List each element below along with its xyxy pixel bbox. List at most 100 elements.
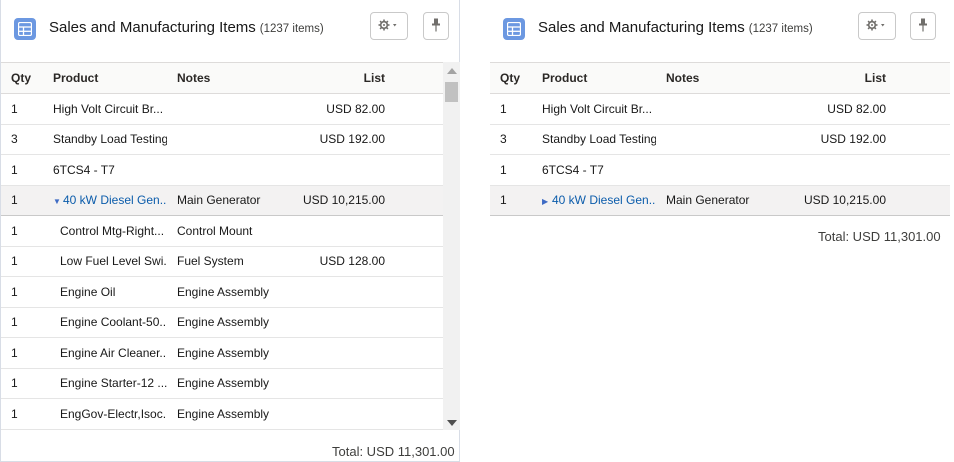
list-price-cell: USD 192.00	[774, 124, 950, 155]
scrollbar-thumb[interactable]	[445, 82, 458, 102]
right-items-table: Qty Product Notes List 1 High Volt Circu…	[490, 62, 950, 216]
table-row[interactable]: 1 High Volt Circuit Br... USD 82.00	[490, 93, 950, 125]
left-title-text[interactable]: Sales and Manufacturing Items	[49, 19, 256, 36]
notes-cell	[167, 93, 283, 125]
column-header-product[interactable]: Product	[532, 62, 656, 94]
right-table-container: Qty Product Notes List 1 High Volt Circu…	[490, 62, 950, 216]
column-header-list[interactable]: List	[774, 62, 950, 94]
left-pin-button[interactable]	[423, 12, 449, 40]
child-row[interactable]: 1 Engine Air Cleaner... Engine Assembly	[1, 337, 443, 369]
table-row[interactable]: 3 Standby Load Testing USD 192.00	[1, 124, 443, 155]
table-header-row: Qty Product Notes List	[1, 62, 443, 94]
product-link[interactable]: 40 kW Diesel Gen...	[63, 193, 167, 207]
right-pin-button[interactable]	[910, 12, 936, 40]
list-price-cell	[283, 215, 443, 247]
table-row[interactable]: 1 6TCS4 - T7	[490, 154, 950, 186]
product-cell: Engine Starter-12 ...	[43, 368, 167, 399]
product-cell: 6TCS4 - T7	[532, 154, 656, 186]
product-cell: EngGov-Electr,Isoc...	[43, 398, 167, 430]
notes-cell: Engine Assembly	[167, 398, 283, 430]
product-cell: Standby Load Testing	[43, 124, 167, 155]
list-price-cell	[283, 368, 443, 399]
list-price-cell	[283, 398, 443, 430]
left-list-header: Sales and Manufacturing Items (1237 items…	[1, 0, 459, 62]
qty-cell: 1	[1, 154, 43, 186]
product-cell[interactable]: ▼ 40 kW Diesel Gen...	[43, 184, 167, 216]
left-items-table: Qty Product Notes List 1 High Volt Circu…	[1, 62, 443, 430]
table-icon	[14, 18, 36, 40]
qty-cell: 1	[490, 93, 532, 125]
scroll-down-arrow-icon[interactable]	[447, 420, 457, 426]
child-row[interactable]: 1 EngGov-Electr,Isoc... Engine Assembly	[1, 398, 443, 430]
notes-cell: Engine Assembly	[167, 276, 283, 308]
qty-cell: 1	[1, 246, 43, 277]
product-cell: Standby Load Testing	[532, 124, 656, 155]
qty-cell: 1	[1, 368, 43, 399]
notes-cell: Main Generator	[656, 184, 774, 216]
scroll-up-arrow-icon[interactable]	[447, 68, 457, 74]
column-header-product[interactable]: Product	[43, 62, 167, 94]
chevron-down-icon[interactable]: ▼	[53, 197, 63, 206]
table-icon	[503, 18, 525, 40]
column-header-notes[interactable]: Notes	[167, 62, 283, 94]
qty-cell: 1	[490, 184, 532, 216]
child-row[interactable]: 1 Engine Oil Engine Assembly	[1, 276, 443, 308]
column-header-notes[interactable]: Notes	[656, 62, 774, 94]
qty-cell: 1	[1, 276, 43, 308]
child-row[interactable]: 1 Engine Starter-12 ... Engine Assembly	[1, 368, 443, 399]
pin-icon	[918, 18, 928, 35]
left-total-label: Total: USD 11,301.00	[332, 444, 455, 459]
left-item-count: (1237 items)	[259, 23, 324, 35]
list-price-cell	[774, 154, 950, 186]
right-list-header: Sales and Manufacturing Items (1237 items…	[490, 0, 950, 62]
product-cell[interactable]: ▶ 40 kW Diesel Gen...	[532, 184, 656, 216]
left-related-list: Sales and Manufacturing Items (1237 items…	[0, 0, 460, 462]
right-settings-button[interactable]	[858, 12, 896, 40]
right-title-text[interactable]: Sales and Manufacturing Items	[538, 19, 745, 36]
notes-cell: Engine Assembly	[167, 368, 283, 399]
list-price-cell: USD 10,215.00	[774, 184, 950, 216]
notes-cell	[167, 154, 283, 186]
right-list-title[interactable]: Sales and Manufacturing Items (1237 items…	[538, 19, 813, 36]
table-row[interactable]: 3 Standby Load Testing USD 192.00	[490, 124, 950, 155]
list-price-cell: USD 82.00	[774, 93, 950, 125]
left-table-container: Qty Product Notes List 1 High Volt Circu…	[1, 62, 443, 430]
right-item-count: (1237 items)	[748, 23, 813, 35]
product-cell: High Volt Circuit Br...	[43, 93, 167, 125]
list-price-cell	[283, 154, 443, 186]
table-row[interactable]: 1 6TCS4 - T7	[1, 154, 443, 186]
table-row-expanded[interactable]: 1 ▼ 40 kW Diesel Gen... Main Generator US…	[1, 184, 443, 216]
table-header-row: Qty Product Notes List	[490, 62, 950, 94]
left-settings-button[interactable]	[370, 12, 408, 40]
vertical-scrollbar[interactable]	[443, 62, 460, 430]
qty-cell: 1	[1, 307, 43, 338]
product-cell: Control Mtg-Right...	[43, 215, 167, 247]
child-row[interactable]: 1 Low Fuel Level Swi... Fuel System USD …	[1, 246, 443, 277]
column-header-qty[interactable]: Qty	[490, 62, 532, 94]
notes-cell	[656, 124, 774, 155]
chevron-right-icon[interactable]: ▶	[542, 197, 552, 206]
column-header-qty[interactable]: Qty	[1, 62, 43, 94]
list-price-cell: USD 10,215.00	[283, 184, 443, 216]
child-row[interactable]: 1 Engine Coolant-50... Engine Assembly	[1, 307, 443, 338]
list-price-cell	[283, 307, 443, 338]
gear-icon	[866, 19, 888, 34]
notes-cell: Engine Assembly	[167, 307, 283, 338]
product-link[interactable]: 40 kW Diesel Gen...	[552, 193, 656, 207]
table-row[interactable]: 1 High Volt Circuit Br... USD 82.00	[1, 93, 443, 125]
child-row[interactable]: 1 Control Mtg-Right... Control Mount	[1, 215, 443, 247]
notes-cell: Fuel System	[167, 246, 283, 277]
list-price-cell	[283, 337, 443, 369]
left-list-title[interactable]: Sales and Manufacturing Items (1237 items…	[49, 19, 324, 36]
column-header-list[interactable]: List	[283, 62, 443, 94]
notes-cell	[656, 93, 774, 125]
qty-cell: 1	[1, 184, 43, 216]
notes-cell: Control Mount	[167, 215, 283, 247]
notes-cell: Engine Assembly	[167, 337, 283, 369]
product-cell: Engine Air Cleaner...	[43, 337, 167, 369]
right-related-list: Sales and Manufacturing Items (1237 items…	[490, 0, 950, 260]
table-row-collapsed[interactable]: 1 ▶ 40 kW Diesel Gen... Main Generator US…	[490, 184, 950, 216]
right-total-label: Total: USD 11,301.00	[818, 229, 941, 244]
product-cell: Low Fuel Level Swi...	[43, 246, 167, 277]
product-cell: Engine Oil	[43, 276, 167, 308]
